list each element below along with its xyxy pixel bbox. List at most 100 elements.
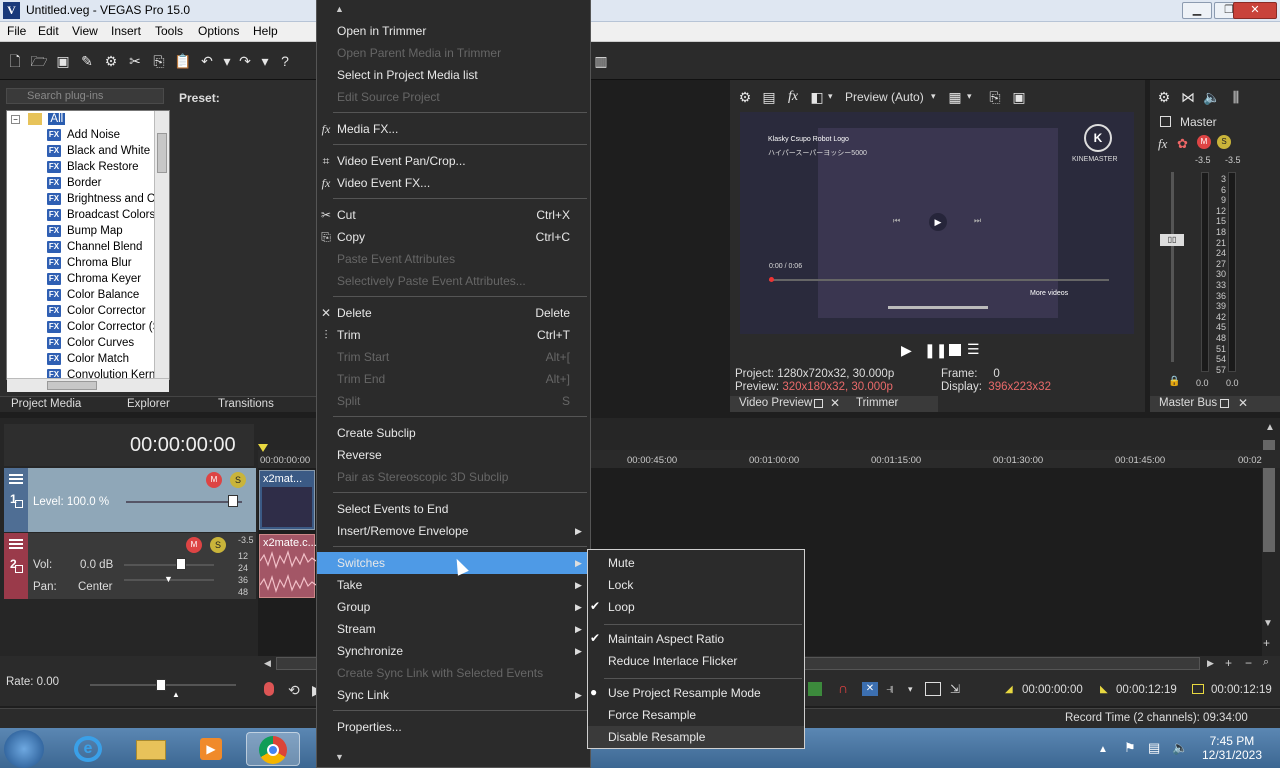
record-icon[interactable] (264, 682, 274, 696)
timeline-scroll-up-icon[interactable]: ▲ (1263, 422, 1277, 436)
toolbar-end-icon[interactable]: ▥ (592, 52, 610, 70)
plugin-item[interactable]: FX Color Curves (47, 337, 134, 353)
menu-scroll-up-icon[interactable]: ▲ (335, 4, 344, 14)
selection-start-time[interactable]: 00:00:00:00 (1022, 684, 1083, 696)
submenu-loop[interactable]: Loop (608, 600, 635, 614)
audio-event-clip[interactable]: x2mate.c... (259, 534, 317, 598)
stop-icon[interactable] (949, 344, 961, 356)
new-file-icon[interactable]: 🗋 (6, 52, 24, 70)
track2-vol-knob[interactable] (176, 558, 186, 570)
menu-scroll-down-icon[interactable]: ▼ (335, 752, 344, 762)
tree-hscroll-thumb[interactable] (47, 381, 97, 390)
copy-snapshot-icon[interactable]: ⎘ (986, 88, 1004, 106)
tree-root[interactable]: − All (11, 113, 66, 129)
preview-device-icon[interactable]: ▤ (760, 88, 778, 106)
context-menu-item[interactable]: Insert/Remove Envelope (337, 524, 468, 538)
master-speaker-icon[interactable]: 🔈 (1203, 88, 1221, 106)
master-close-icon[interactable]: ✕ (1238, 396, 1248, 410)
open-folder-icon[interactable]: 🗁 (30, 52, 48, 70)
overlays-grid-icon[interactable]: ▦ (946, 88, 964, 106)
track2-vol-slider[interactable] (124, 564, 214, 566)
media-player-icon[interactable]: ▶ (184, 732, 238, 766)
paste-icon[interactable]: 📋 (174, 52, 192, 70)
selection-length-time[interactable]: 00:00:12:19 (1211, 684, 1272, 696)
menu-help[interactable]: Help (253, 24, 278, 38)
video-preview-dock-icon[interactable] (814, 399, 823, 408)
split-dropdown-icon[interactable]: ▾ (828, 91, 833, 102)
pause-icon[interactable]: ❚❚ (924, 342, 947, 359)
context-menu-item[interactable]: Video Event Pan/Crop... (337, 154, 466, 168)
context-menu-item[interactable]: Take (337, 578, 362, 592)
plugin-item[interactable]: FX Color Corrector (S (47, 321, 160, 337)
internet-explorer-icon[interactable]: e (62, 732, 116, 766)
submenu-maintain-aspect-ratio[interactable]: Maintain Aspect Ratio (608, 632, 724, 646)
network-icon[interactable]: ▤ (1148, 740, 1160, 756)
save-icon[interactable]: ▣ (54, 52, 72, 70)
tray-expand-icon[interactable]: ▲ (1098, 744, 1108, 755)
track2-pan-knob[interactable]: ▼ (164, 574, 173, 584)
master-lock-icon[interactable]: 🔒 (1168, 376, 1180, 387)
track1-level-knob[interactable] (228, 495, 238, 507)
context-menu-item[interactable]: Switches (337, 556, 385, 570)
submenu-mute[interactable]: Mute (608, 556, 635, 570)
taskbar-clock[interactable]: 7:45 PM 12/31/2023 (1202, 734, 1262, 762)
overlays-dropdown-icon[interactable]: ▾ (967, 91, 972, 102)
master-fader-track[interactable] (1171, 172, 1174, 362)
save-snapshot-icon[interactable]: ▣ (1010, 88, 1028, 106)
playhead-marker-icon[interactable] (258, 444, 268, 452)
save-as-icon[interactable]: ✎ (78, 52, 96, 70)
preview-settings-icon[interactable]: ⚙ (736, 88, 754, 106)
plugin-item[interactable]: FX Chroma Blur (47, 257, 132, 273)
video-track-header[interactable]: 1 M S Level: 100.0 % (4, 468, 256, 532)
video-event-clip[interactable]: x2mat... (259, 470, 315, 530)
zoom-tool-icon[interactable]: ⌕ (1263, 656, 1269, 669)
lock-envelopes-icon[interactable] (925, 682, 941, 696)
master-checkbox[interactable] (1160, 116, 1171, 127)
ripple-dropdown-icon[interactable]: ▾ (908, 684, 913, 695)
tree-vertical-scrollbar[interactable] (154, 111, 169, 379)
submenu-lock[interactable]: Lock (608, 578, 633, 592)
cut-icon[interactable]: ✂ (126, 52, 144, 70)
plugin-item[interactable]: FX Brightness and Co (47, 193, 162, 209)
video-preview-close-icon[interactable]: ✕ (830, 396, 840, 410)
close-button[interactable]: ✕ (1233, 2, 1277, 19)
collapse-icon[interactable]: − (11, 114, 20, 124)
tab-video-preview[interactable]: Video Preview (739, 397, 812, 409)
context-menu-item[interactable]: Create Subclip (337, 426, 416, 440)
copy-icon[interactable]: ⎘ (150, 52, 168, 70)
menu-options[interactable]: Options (198, 24, 239, 38)
undo-dropdown-icon[interactable]: ▾ (218, 52, 236, 70)
settings-gear-icon[interactable]: ⚙ (102, 52, 120, 70)
loop-playback-icon[interactable]: ⟲ (288, 682, 300, 699)
submenu-use-project-resample[interactable]: Use Project Resample Mode (608, 686, 761, 700)
tab-transitions[interactable]: Transitions (218, 398, 274, 410)
plugin-item[interactable]: FX Color Corrector (47, 305, 146, 321)
context-menu-item[interactable]: Delete (337, 306, 372, 320)
redo-dropdown-icon[interactable]: ▾ (256, 52, 274, 70)
context-menu-item[interactable]: Group (337, 600, 370, 614)
submenu-force-resample[interactable]: Force Resample (608, 708, 696, 722)
context-menu-item[interactable]: Properties... (337, 720, 402, 734)
redo-icon[interactable]: ↷ (236, 52, 254, 70)
context-menu-item[interactable]: Media FX... (337, 122, 398, 136)
track2-expand-icon[interactable] (15, 565, 23, 573)
whats-this-help-icon[interactable]: ? (276, 52, 294, 70)
chrome-icon[interactable] (246, 732, 300, 766)
magnet-icon[interactable]: ∩ (838, 680, 848, 696)
ignore-grouping-icon[interactable]: ⇲ (950, 682, 960, 696)
menu-edit[interactable]: Edit (38, 24, 59, 38)
track1-mute-icon[interactable]: M (206, 472, 222, 488)
plugin-item[interactable]: FX Color Match (47, 353, 129, 369)
track1-expand-icon[interactable] (15, 500, 23, 508)
preview-menu-icon[interactable]: ☰ (967, 341, 980, 358)
plugin-item[interactable]: FX Black Restore (47, 161, 139, 177)
quality-dropdown-icon[interactable]: ▾ (931, 91, 936, 102)
search-plugins-input[interactable]: Search plug-ins (6, 88, 164, 104)
plugin-item[interactable]: FX Bump Map (47, 225, 123, 241)
context-menu-item[interactable]: Select Events to End (337, 502, 448, 516)
track1-level-slider[interactable] (126, 501, 242, 503)
audio-track-header[interactable]: 2 M S Vol: 0.0 dB Pan: Center ▼ -3.5 12 … (4, 533, 256, 599)
context-menu-item[interactable]: Video Event FX... (337, 176, 430, 190)
track2-mute-icon[interactable]: M (186, 537, 202, 553)
ripple-mode-icon[interactable]: ⫣ (886, 680, 894, 697)
